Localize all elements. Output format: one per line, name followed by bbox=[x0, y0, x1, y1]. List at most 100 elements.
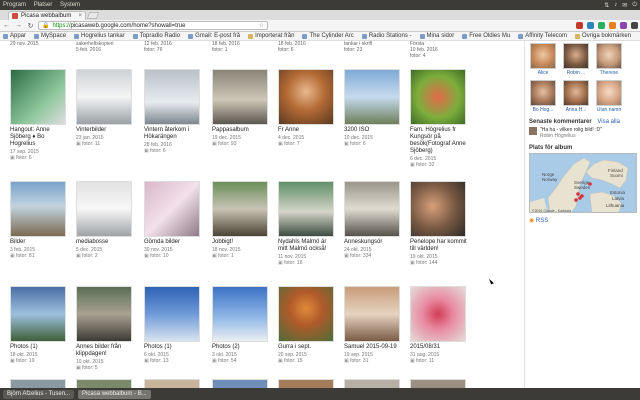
person-name[interactable]: Bo Hog... bbox=[529, 107, 557, 113]
album-thumbnail[interactable] bbox=[278, 181, 334, 237]
comment-author[interactable]: Robin Högrelius bbox=[540, 133, 602, 139]
extension-icon[interactable] bbox=[576, 22, 583, 29]
taskbar-item[interactable]: Björn Afzelius - Tusen... bbox=[3, 389, 75, 399]
person-item[interactable]: Bo Hog... bbox=[529, 80, 557, 113]
album-thumbnail[interactable] bbox=[212, 286, 268, 342]
taskbar-item-active[interactable]: Picasa webbalbum - B... bbox=[78, 389, 151, 399]
album-thumbnail[interactable] bbox=[344, 379, 400, 388]
avatar[interactable] bbox=[596, 80, 622, 106]
album-title[interactable]: Gömda bilder bbox=[144, 239, 202, 246]
album-title[interactable]: Jobbigt! bbox=[212, 239, 270, 246]
bookmark-item[interactable]: Mina sidor bbox=[419, 33, 454, 39]
bookmark-item[interactable]: Free Oldies Mu bbox=[462, 33, 510, 39]
album-thumbnail[interactable] bbox=[10, 181, 66, 237]
album-title[interactable]: Samuel 2015-09-19 bbox=[344, 344, 402, 351]
album-title[interactable]: Photos (1) bbox=[144, 344, 202, 351]
bookmark-star-icon[interactable]: ☆ bbox=[259, 22, 264, 29]
album-item[interactable]: Annes bilder från klippdagen! 10 okt. 20… bbox=[76, 286, 134, 371]
show-all-comments-link[interactable]: Visa alla bbox=[597, 119, 620, 125]
person-name[interactable]: Anna H... bbox=[562, 107, 590, 113]
album-thumbnail[interactable] bbox=[144, 379, 200, 388]
album-title[interactable]: 3200 ISO bbox=[344, 127, 402, 134]
album-location-map[interactable]: Norge Norway Sverige Sweden Finland Suom… bbox=[529, 153, 637, 213]
album-item[interactable]: Nydahls Malmö är mitt Malmö också! 11 no… bbox=[278, 181, 336, 266]
album-title[interactable]: Anneskungsör bbox=[344, 239, 402, 246]
album-item[interactable]: mediabosse 5 dec. 2015 fotor: 2 bbox=[76, 181, 134, 259]
bookmark-folder[interactable]: Importerat från bbox=[248, 33, 294, 39]
menu-system[interactable]: System bbox=[60, 2, 80, 8]
avatar[interactable] bbox=[563, 43, 589, 69]
person-name[interactable]: Therese bbox=[595, 70, 623, 76]
bookmark-item[interactable]: Radio Stations - bbox=[361, 33, 412, 39]
album-thumbnail[interactable] bbox=[410, 379, 466, 388]
album-item[interactable]: Bilder 3 feb. 2015 fotor: 81 bbox=[10, 181, 68, 259]
album-item[interactable]: 3200 ISO 10 dec. 2015 fotor: 6 bbox=[344, 69, 402, 147]
menu-icon[interactable] bbox=[631, 22, 638, 29]
album-title[interactable]: Bilder bbox=[10, 239, 68, 246]
album-thumbnail[interactable] bbox=[344, 181, 400, 237]
bookmark-item[interactable]: The Cylinder Arc bbox=[302, 33, 354, 39]
menu-program[interactable]: Program bbox=[3, 2, 26, 8]
album-title[interactable]: Penelope har kommit till världen! bbox=[410, 239, 468, 253]
album-item[interactable]: Pappasalbum 19 dec. 2015 fotor: 93 bbox=[212, 69, 270, 147]
album-title[interactable]: Photos (1) bbox=[10, 344, 68, 351]
album-title[interactable]: Fam. Högrelius fr Kungsör på besök(Fotog… bbox=[410, 127, 468, 155]
album-item[interactable]: Fam. Högrelius fr Kungsör på besök(Fotog… bbox=[410, 69, 468, 168]
avatar[interactable] bbox=[563, 80, 589, 106]
album-thumbnail[interactable] bbox=[212, 69, 268, 125]
other-bookmarks[interactable]: Övriga bokmärken bbox=[575, 33, 631, 39]
bookmark-item[interactable]: Hogrelius tankar bbox=[74, 33, 125, 39]
album-thumbnail[interactable] bbox=[76, 69, 132, 125]
album-thumbnail[interactable] bbox=[410, 181, 466, 237]
album-title[interactable]: Vinterbilder bbox=[76, 127, 134, 134]
avatar[interactable] bbox=[596, 43, 622, 69]
menu-platser[interactable]: Platser bbox=[34, 2, 53, 8]
album-item[interactable]: Penelope har kommit till världen! 19 okt… bbox=[410, 181, 468, 266]
album-thumbnail[interactable] bbox=[76, 379, 132, 388]
album-item[interactable]: Samuel 2015-09-19 19 sep. 2015 fotor: 31 bbox=[344, 286, 402, 364]
album-thumbnail[interactable] bbox=[212, 379, 268, 388]
album-thumbnail[interactable] bbox=[278, 379, 334, 388]
power-icon[interactable]: ⏻ bbox=[632, 2, 637, 9]
album-item[interactable]: 2015/08/31 31 aug. 2015 fotor: 11 bbox=[410, 286, 468, 364]
album-thumbnail[interactable] bbox=[144, 69, 200, 125]
url-input[interactable]: 🔒 https:// picasaweb.google.com/home?sho… bbox=[38, 21, 268, 30]
tab-picasa[interactable]: Picasa webbalbum × bbox=[8, 11, 86, 20]
album-thumbnail[interactable] bbox=[410, 286, 466, 342]
bookmark-item[interactable]: Appar bbox=[3, 33, 26, 39]
album-thumbnail[interactable] bbox=[10, 286, 66, 342]
bookmark-item[interactable]: Topradio Radio bbox=[132, 33, 180, 39]
album-item[interactable]: Gömda bilder 30 nov. 2015 fotor: 10 bbox=[144, 181, 202, 259]
album-title[interactable]: Photos (2) bbox=[212, 344, 270, 351]
rss-link[interactable]: RSS bbox=[529, 217, 636, 224]
avatar[interactable] bbox=[530, 43, 556, 69]
person-item[interactable]: Utan namn bbox=[595, 80, 623, 113]
album-item[interactable]: Anneskungsör 24 okt. 2015 fotor: 334 bbox=[344, 181, 402, 259]
album-item[interactable]: Photos (1) 6 okt. 2015 fotor: 13 bbox=[144, 286, 202, 364]
extension-icon[interactable] bbox=[598, 22, 605, 29]
network-icon[interactable]: ⇅ bbox=[604, 2, 609, 9]
album-title[interactable]: Nydahls Malmö är mitt Malmö också! bbox=[278, 239, 336, 253]
avatar[interactable] bbox=[530, 80, 556, 106]
album-thumbnail[interactable] bbox=[76, 286, 132, 342]
person-item[interactable]: Anna H... bbox=[562, 80, 590, 113]
extension-icon[interactable] bbox=[587, 22, 594, 29]
person-item[interactable]: Therese bbox=[595, 43, 623, 76]
album-thumbnail[interactable] bbox=[10, 379, 66, 388]
bookmark-item[interactable]: MySpace bbox=[34, 33, 66, 39]
album-thumbnail[interactable] bbox=[278, 286, 334, 342]
album-item[interactable]: Gurra i sept. 20 sep. 2015 fotor: 15 bbox=[278, 286, 336, 364]
mail-icon[interactable]: ✉ bbox=[622, 2, 627, 9]
album-thumbnail[interactable] bbox=[144, 286, 200, 342]
person-name[interactable]: Robin ... bbox=[562, 70, 590, 76]
close-tab-icon[interactable]: × bbox=[78, 13, 82, 19]
reload-icon[interactable]: ↻ bbox=[26, 22, 35, 30]
album-title[interactable]: Fr Anne bbox=[278, 127, 336, 134]
album-title[interactable]: 2015/08/31 bbox=[410, 344, 468, 351]
bookmark-item[interactable]: Gmail: E-post frå bbox=[188, 33, 240, 39]
album-title[interactable]: Pappasalbum bbox=[212, 127, 270, 134]
album-title[interactable]: Vintern återkom i Hökarängen bbox=[144, 127, 202, 141]
album-item[interactable]: Jobbigt! 18 nov. 2015 fotor: 1 bbox=[212, 181, 270, 259]
comment-item[interactable]: "Ha ha - vilken rolig bild! :D" Robin Hö… bbox=[529, 127, 636, 139]
album-thumbnail[interactable] bbox=[410, 69, 466, 125]
